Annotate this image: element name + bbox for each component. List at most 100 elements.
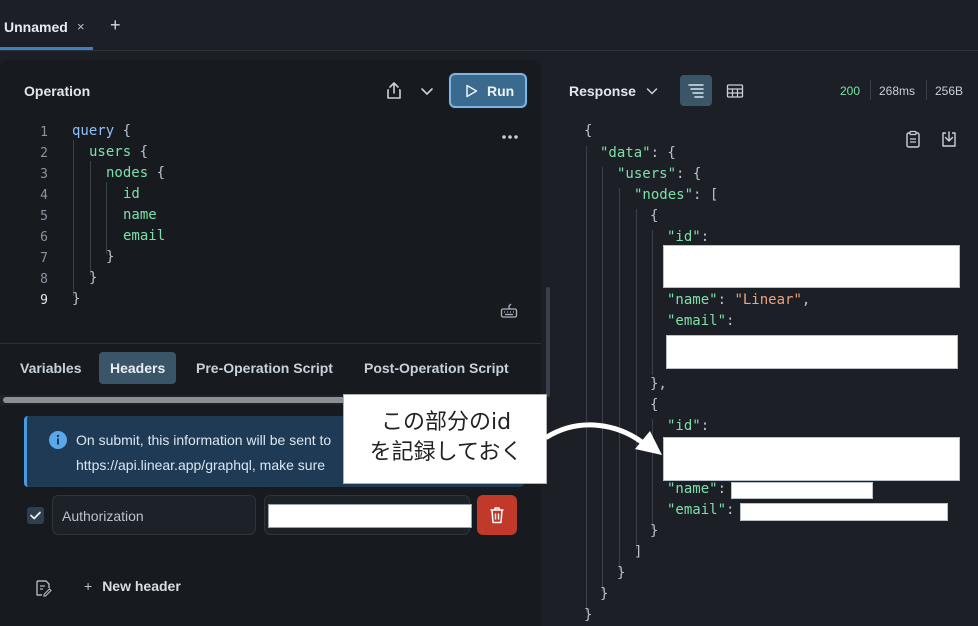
trash-icon [490, 507, 504, 524]
callout-text: この部分のid を記録しておく [369, 410, 523, 465]
code-line: query { [72, 123, 132, 139]
header-enabled-checkbox[interactable] [27, 507, 44, 524]
json-line: { [650, 397, 659, 413]
tab-variables[interactable]: Variables [9, 352, 93, 384]
header-key-value: Authorization [62, 508, 144, 524]
download-icon[interactable] [940, 130, 958, 148]
delete-header-button[interactable] [477, 495, 517, 535]
redacted-id [663, 437, 960, 481]
indent-guide [602, 167, 603, 591]
indent-guide [90, 161, 91, 275]
line-number: 5 [40, 209, 48, 224]
json-line: "nodes": [ [634, 187, 719, 203]
code-line: email [123, 228, 166, 244]
json-line: "email": [667, 313, 735, 329]
code-line: nodes { [106, 165, 166, 181]
tab-headers[interactable]: Headers [99, 352, 177, 384]
indent-guide [636, 209, 637, 549]
code-line: name [123, 207, 157, 223]
header-key-input[interactable]: Authorization [52, 495, 256, 535]
redacted-email [666, 335, 958, 369]
line-number: 1 [40, 125, 48, 140]
indent-guide [619, 188, 620, 570]
redacted-id [663, 245, 960, 288]
chevron-down-icon[interactable] [419, 83, 435, 99]
response-title[interactable]: Response [569, 83, 636, 99]
request-subtabs: Variables Headers Pre-Operation Script P… [0, 350, 541, 386]
json-line: "name": [667, 481, 727, 497]
keyboard-icon[interactable] [500, 303, 518, 319]
redacted-name [731, 482, 873, 499]
plus-icon: + [84, 578, 93, 594]
json-line: "id": [667, 229, 710, 245]
run-button[interactable]: Run [449, 73, 527, 108]
tab-post-operation-script[interactable]: Post-Operation Script [353, 352, 520, 384]
tab-unnamed[interactable]: Unnamed × [0, 0, 93, 50]
indent-guide [73, 140, 74, 296]
header-row: Authorization [0, 495, 541, 535]
json-line: { [650, 208, 659, 224]
new-header-button[interactable]: + New header [84, 578, 181, 594]
json-line: } [617, 565, 626, 581]
status-code: 200 [840, 84, 861, 98]
json-line: "email": [667, 502, 735, 518]
line-number: 2 [40, 146, 48, 161]
operation-panel: Operation Run 1 2 3 4 5 6 7 8 9 query { … [0, 60, 541, 626]
code-line: } [89, 270, 98, 286]
header-value-input[interactable] [264, 495, 472, 535]
add-tab-button[interactable]: + [110, 15, 121, 36]
tab-pre-operation-script[interactable]: Pre-Operation Script [185, 352, 344, 384]
tab-close-icon[interactable]: × [77, 19, 85, 34]
line-number: 7 [40, 251, 48, 266]
json-line: "users": { [617, 166, 702, 182]
json-line: ] [634, 544, 643, 560]
line-number: 4 [40, 188, 48, 203]
code-editor[interactable]: 1 2 3 4 5 6 7 8 9 query { users { nodes … [0, 122, 541, 322]
json-line: { [584, 123, 593, 139]
table-view-icon[interactable] [726, 83, 744, 99]
check-icon [30, 511, 41, 520]
share-icon[interactable] [383, 80, 405, 102]
divider [0, 343, 541, 344]
annotation-arrow-icon [544, 422, 662, 455]
tab-bar: Unnamed × + [0, 0, 978, 51]
line-number: 9 [40, 293, 48, 308]
run-label: Run [487, 83, 515, 99]
tab-label: Unnamed [4, 19, 68, 35]
json-line: } [600, 586, 609, 602]
redacted-value [268, 504, 472, 528]
bulk-edit-icon[interactable] [34, 579, 52, 597]
line-number: 8 [40, 272, 48, 287]
operation-title: Operation [24, 83, 91, 99]
json-line: } [584, 607, 593, 623]
vertical-scrollbar[interactable] [546, 287, 550, 397]
json-line: "name": "Linear", [667, 292, 811, 308]
json-line: "data": { [600, 145, 676, 161]
code-line: } [72, 291, 81, 307]
code-line: users { [89, 144, 149, 160]
annotation-callout: この部分のid を記録しておく [343, 394, 547, 484]
divider [870, 80, 871, 100]
indent-guide [586, 146, 587, 612]
response-size: 256B [935, 84, 964, 98]
text-view-button[interactable] [680, 75, 712, 106]
info-icon [49, 431, 67, 449]
code-line: id [123, 186, 140, 202]
copy-icon[interactable] [904, 130, 922, 148]
json-line: } [650, 523, 659, 539]
indent-guide [652, 230, 653, 375]
json-line: "id": [667, 418, 710, 434]
chevron-down-icon[interactable] [645, 84, 659, 98]
divider [926, 80, 927, 100]
redacted-email [740, 503, 948, 521]
line-number: 3 [40, 167, 48, 182]
text-align-icon [688, 84, 704, 98]
json-line: }, [650, 376, 667, 392]
more-options-icon[interactable] [501, 132, 519, 142]
line-number: 6 [40, 230, 48, 245]
info-text: On submit, this information will be sent… [76, 432, 332, 473]
indent-guide [106, 182, 107, 254]
play-icon [466, 84, 478, 98]
response-time: 268ms [879, 84, 916, 98]
code-line: } [106, 249, 115, 265]
